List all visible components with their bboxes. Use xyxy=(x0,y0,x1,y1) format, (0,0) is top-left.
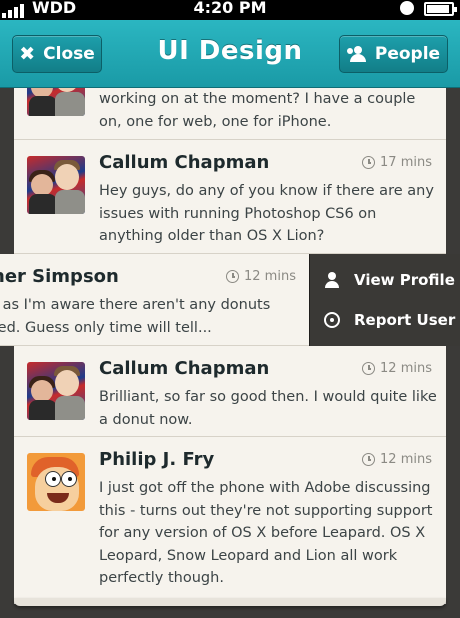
callum-avatar[interactable] xyxy=(27,88,85,116)
view-profile-label: View Profile xyxy=(354,271,455,289)
sender-name: Callum Chapman xyxy=(99,358,270,379)
message-text-line: r as I'm aware there aren't any donuts xyxy=(0,297,271,313)
clock-icon xyxy=(362,453,376,466)
clock-icon xyxy=(362,156,376,169)
sender-name: ner Simpson xyxy=(0,266,119,287)
message-row[interactable]: Callum Chapman 12 mins Brilliant, so far… xyxy=(14,346,446,437)
swiped-message-panel[interactable]: ner Simpson 12 mins r as I'm aware there… xyxy=(0,254,309,346)
clock-icon xyxy=(362,362,376,375)
fry-avatar[interactable] xyxy=(27,453,85,511)
status-time: 4:20 PM xyxy=(193,0,267,17)
clock-icon xyxy=(226,270,239,283)
status-bar: WDD 4:20 PM xyxy=(0,0,460,20)
message-text: Brilliant, so far so good then. I would … xyxy=(99,389,437,428)
message-time: 17 mins xyxy=(362,155,432,170)
list-bottom-edge xyxy=(14,598,446,606)
sender-name: Callum Chapman xyxy=(99,152,270,173)
people-icon xyxy=(346,46,367,62)
callum-avatar[interactable] xyxy=(27,156,85,214)
people-button[interactable]: People xyxy=(339,35,448,73)
message-time: 12 mins xyxy=(226,269,296,284)
user-icon xyxy=(325,272,339,288)
view-profile-button[interactable]: View Profile xyxy=(310,260,460,300)
message-text: Hey guys, do any of you know if there ar… xyxy=(99,183,434,244)
sender-name: Philip J. Fry xyxy=(99,449,215,470)
time-label: 12 mins xyxy=(244,269,296,284)
message-time: 12 mins xyxy=(362,452,432,467)
message-time: 12 mins xyxy=(362,361,432,376)
battery-icon xyxy=(424,2,457,16)
swiped-message-row[interactable]: ner Simpson 12 mins r as I'm aware there… xyxy=(0,254,460,346)
report-user-button[interactable]: Report User xyxy=(310,300,460,340)
alarm-icon xyxy=(400,1,414,15)
report-user-label: Report User xyxy=(354,311,456,329)
row-actions-menu: View Profile Report User xyxy=(309,254,460,346)
time-label: 17 mins xyxy=(380,155,432,170)
navigation-bar: ✖ Close UI Design People xyxy=(0,20,460,88)
report-icon xyxy=(324,312,340,328)
message-list[interactable]: working on at the moment? I have a coupl… xyxy=(14,88,446,604)
message-row[interactable]: working on at the moment? I have a coupl… xyxy=(14,88,446,140)
message-text: r as I'm aware there aren't any donuts t… xyxy=(0,294,304,339)
message-row[interactable]: Callum Chapman 17 mins Hey guys, do any … xyxy=(14,140,446,254)
message-text-line: ted. Guess only time will tell... xyxy=(0,319,212,336)
message-text: I just got off the phone with Adobe disc… xyxy=(99,480,433,586)
callum-avatar[interactable] xyxy=(27,362,85,420)
time-label: 12 mins xyxy=(380,452,432,467)
message-row[interactable]: Philip J. Fry 12 mins I just got off the… xyxy=(14,437,446,597)
time-label: 12 mins xyxy=(380,361,432,376)
people-button-label: People xyxy=(374,44,441,64)
message-text: working on at the moment? I have a coupl… xyxy=(99,91,416,130)
